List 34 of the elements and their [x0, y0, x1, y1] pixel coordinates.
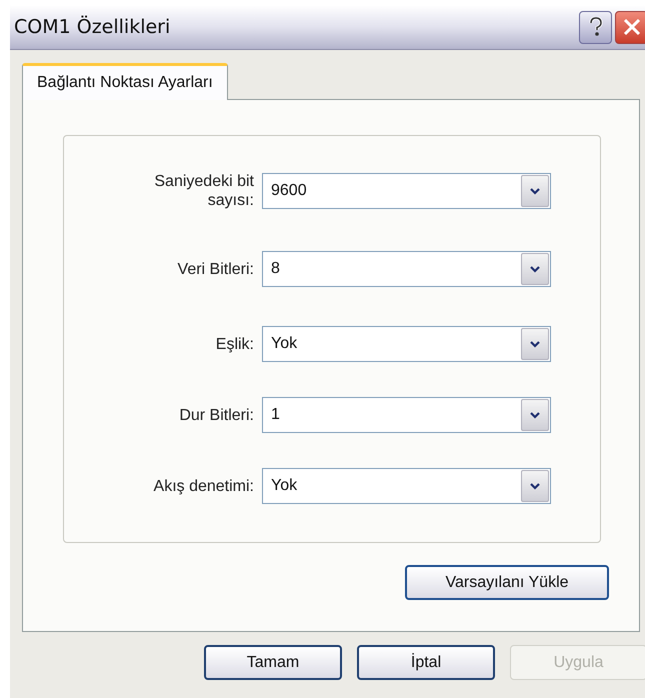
field-label: Akış denetimi:: [152, 476, 254, 496]
dropdown-value: 9600: [270, 181, 308, 201]
dropdown[interactable]: 9600: [262, 173, 551, 209]
chevron-down-icon: [530, 482, 540, 490]
dropdown-arrow-button[interactable]: [521, 175, 549, 207]
help-button[interactable]: [579, 10, 612, 44]
dropdown[interactable]: Yok: [262, 468, 551, 504]
chevron-down-icon: [530, 188, 540, 194]
dropdown-arrow-button[interactable]: [521, 328, 549, 360]
field-label: Dur Bitleri:: [178, 406, 254, 424]
field-label: Veri Bitleri:: [176, 260, 254, 278]
dropdown-value: Yok: [270, 334, 298, 354]
dropdown[interactable]: Yok: [262, 326, 551, 362]
dropdown-value: Yok: [270, 476, 298, 496]
tab[interactable]: Bağlantı Noktası Ayarları: [22, 63, 228, 100]
chevron-down-icon: [530, 266, 540, 272]
close-button[interactable]: [615, 10, 645, 44]
chevron-down-icon: [530, 412, 540, 418]
dialog-button[interactable]: Tamam: [204, 645, 342, 680]
field-label: Eşlik:: [214, 334, 254, 354]
dropdown[interactable]: 1: [262, 397, 551, 433]
field-label: Saniyedeki bit sayısı:: [153, 172, 254, 210]
dialog-button[interactable]: İptal: [357, 645, 495, 680]
dropdown-value: 1: [270, 405, 281, 425]
dropdown[interactable]: 8: [262, 251, 551, 287]
dropdown-value: 8: [270, 259, 281, 279]
close-icon: [622, 18, 640, 36]
dropdown-arrow-button[interactable]: [521, 470, 549, 502]
restore-defaults-button[interactable]: Varsayılanı Yükle: [405, 565, 609, 600]
window-title: COM1 Özellikleri: [14, 14, 170, 40]
dropdown-arrow-button[interactable]: [521, 399, 549, 431]
help-icon: [588, 17, 602, 37]
dropdown-arrow-button[interactable]: [521, 253, 549, 285]
chevron-down-icon: [530, 340, 540, 348]
